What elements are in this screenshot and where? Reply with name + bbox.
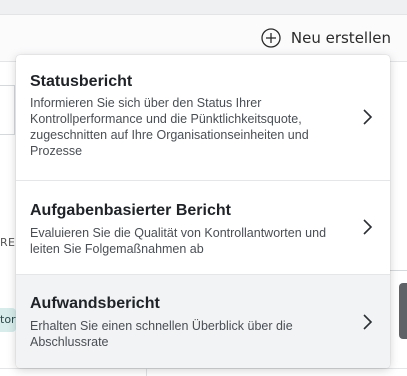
menu-item-title: Aufgabenbasierter Bericht [30,202,231,219]
new-create-button[interactable]: Neu erstellen [261,27,391,49]
menu-item-description: Erhalten Sie einen schnellen Überblick ü… [30,319,293,349]
menu-item-effort-report[interactable]: Aufwandsbericht Erhalten Sie einen schne… [16,274,390,368]
menu-item-task-based-report[interactable]: Aufgabenbasierter Bericht Evaluieren Sie… [16,180,390,274]
chevron-right-icon [360,219,374,235]
chevron-right-icon [360,109,374,125]
background-chip: tor [0,308,16,332]
chevron-right-icon [360,314,374,330]
menu-item-description: Informieren Sie sich über den Status Ihr… [30,96,309,158]
menu-item-description: Evaluieren Sie die Qualität von Kontroll… [30,226,327,256]
menu-item-title: Statusbericht [30,73,133,90]
new-create-label: Neu erstellen [290,29,391,47]
top-strip [0,0,407,15]
background-field [0,85,15,135]
background-divider [0,368,407,369]
scrollbar-thumb[interactable] [399,283,407,339]
menu-item-status-report[interactable]: Statusbericht Informieren Sie sich über … [16,55,390,180]
background-column-header: RE [0,236,16,249]
menu-item-title: Aufwandsbericht [30,295,160,312]
create-report-menu: Statusbericht Informieren Sie sich über … [16,55,390,368]
plus-circle-icon [261,28,281,48]
